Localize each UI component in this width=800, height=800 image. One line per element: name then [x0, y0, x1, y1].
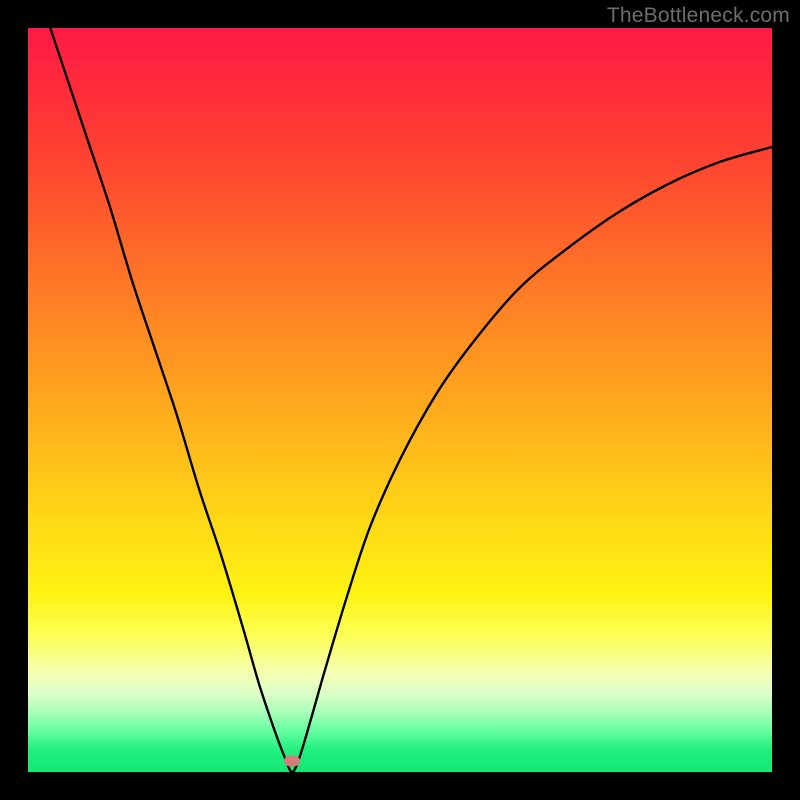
plot-area [28, 28, 772, 772]
minimum-marker-icon [284, 755, 300, 766]
watermark-text: TheBottleneck.com [607, 4, 790, 28]
chart-frame: TheBottleneck.com [0, 0, 800, 800]
bottleneck-curve [28, 28, 772, 772]
